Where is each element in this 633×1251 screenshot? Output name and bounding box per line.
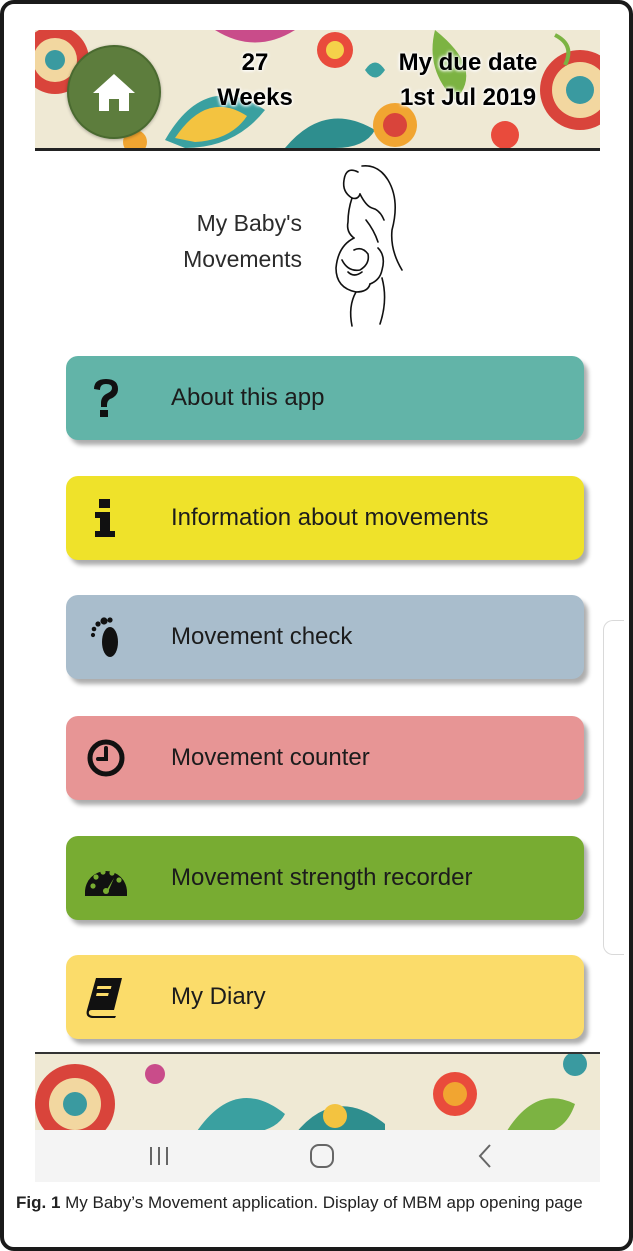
back-button[interactable] [455, 1130, 515, 1182]
movement-counter-button[interactable]: Movement counter [66, 716, 584, 800]
footer-banner [35, 1052, 600, 1134]
clock-icon [80, 716, 132, 800]
information-movements-label: Information about movements [171, 504, 489, 531]
app-title-line2: Movements [183, 246, 302, 272]
home-circle-icon [310, 1144, 334, 1168]
about-app-label: About this app [171, 384, 325, 411]
gauge-icon [80, 836, 132, 920]
due-date-value: 1st Jul 2019 [399, 84, 537, 111]
movement-strength-label: Movement strength recorder [171, 864, 473, 891]
movement-strength-recorder-button[interactable]: Movement strength recorder [66, 836, 584, 920]
pregnant-woman-illustration [335, 164, 403, 327]
info-icon [80, 476, 132, 560]
book-icon [80, 955, 132, 1039]
my-diary-label: My Diary [171, 983, 266, 1010]
app-title: My Baby's Movements [150, 205, 302, 277]
about-app-button[interactable]: About this app [66, 356, 584, 440]
home-icon [93, 74, 135, 111]
paisley-pattern-bottom [35, 1054, 600, 1134]
app-title-line1: My Baby's [196, 210, 302, 236]
weeks-label: Weeks [217, 84, 293, 111]
footprint-icon [80, 595, 132, 679]
system-home-button[interactable] [292, 1130, 352, 1182]
back-chevron-icon [478, 1144, 491, 1168]
movement-check-label: Movement check [171, 623, 353, 650]
movement-check-button[interactable]: Movement check [66, 595, 584, 679]
figure-number: Fig. 1 [16, 1193, 61, 1212]
figure-caption: Fig. 1 My Baby’s Movement application. D… [16, 1190, 616, 1215]
information-movements-button[interactable]: Information about movements [66, 476, 584, 560]
home-button[interactable] [67, 45, 161, 139]
system-navigation-bar [35, 1130, 600, 1182]
question-icon [80, 356, 132, 440]
weeks-count: 27 [241, 49, 269, 76]
side-panel-handle[interactable] [603, 620, 624, 955]
recents-button[interactable] [129, 1130, 189, 1182]
my-diary-button[interactable]: My Diary [66, 955, 584, 1039]
due-date-label: My due date [398, 49, 538, 76]
recents-icon [150, 1147, 168, 1165]
figure-caption-text: My Baby’s Movement application. Display … [60, 1193, 583, 1212]
movement-counter-label: Movement counter [171, 744, 370, 771]
